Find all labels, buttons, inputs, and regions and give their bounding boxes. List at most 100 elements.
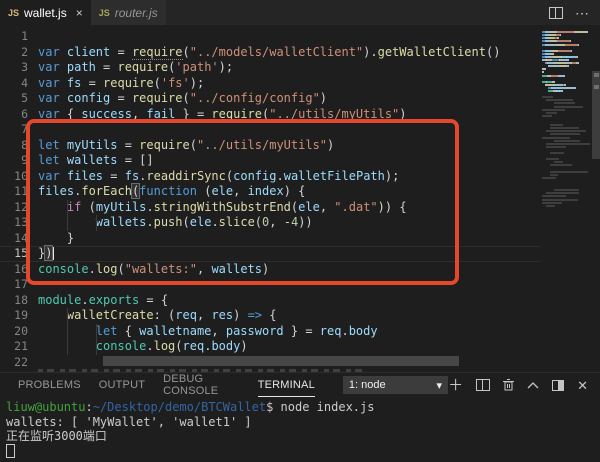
code-token: console — [96, 339, 147, 353]
js-file-icon: JS — [8, 8, 19, 18]
tab-wallet-js[interactable]: JS wallet.js × — [0, 0, 91, 25]
indent-guide — [67, 339, 68, 355]
panel-layout-icon[interactable] — [552, 380, 564, 391]
minimap-line — [550, 152, 564, 154]
code-line[interactable]: 7 — [0, 122, 540, 138]
code-line[interactable]: 14 } — [0, 231, 540, 247]
terminal-line: wallets: [ 'MyWallet', 'wallet1' ] — [6, 415, 600, 430]
terminal-text: ~/Desktop/demo/BTCWallet — [93, 400, 266, 414]
line-number: 11 — [0, 184, 28, 200]
code-token: , — [132, 107, 146, 121]
code-line[interactable]: 21 console.log(req.body) — [0, 339, 540, 355]
code-token: let — [96, 324, 125, 338]
code-token: log — [96, 262, 118, 276]
terminal-select-value: 1: node — [349, 379, 386, 391]
code-token: , — [233, 184, 247, 198]
code-token: require — [103, 76, 154, 90]
line-number: 18 — [0, 293, 28, 309]
minimap-line — [578, 44, 579, 46]
minimap-line — [546, 130, 586, 132]
minimap-line — [568, 65, 569, 67]
code-line[interactable]: 20 let { walletname, password } = req.bo… — [0, 324, 540, 340]
terminal-text: 正在监听3000端口 — [6, 429, 107, 443]
terminal-output[interactable]: liuw@ubuntu:~/Desktop/demo/BTCWallet$ no… — [0, 397, 600, 462]
code-token: "wallets:" — [125, 262, 197, 276]
code-token: req — [183, 339, 205, 353]
code-token: walletFilePath — [284, 169, 385, 183]
tab-debug-console[interactable]: DEBUG CONSOLE — [163, 373, 240, 397]
code-editor[interactable]: 12var client = require("../models/wallet… — [0, 25, 600, 372]
code-token: require — [132, 45, 183, 60]
minimap-line — [557, 31, 574, 33]
new-terminal-icon[interactable]: ＋ — [448, 379, 463, 392]
code-line[interactable]: 4var fs = require('fs'); — [0, 76, 540, 92]
line-number: 19 — [0, 308, 28, 324]
terminal-select[interactable]: 1: node ▾ — [343, 376, 448, 394]
maximize-panel-icon[interactable] — [527, 381, 539, 389]
code-line[interactable]: 18module.exports = { — [0, 293, 540, 309]
code-line[interactable]: 6var { success, fail } = require("../uti… — [0, 107, 540, 123]
vertical-scrollbar[interactable] — [592, 71, 600, 159]
tab-output[interactable]: OUTPUT — [99, 373, 145, 397]
code-token: module — [38, 293, 81, 307]
minimap-line — [565, 44, 578, 46]
code-line[interactable]: 19 walletCreate: (req, res) => { — [0, 308, 540, 324]
code-token: . — [276, 169, 283, 183]
code-token: myUtils — [96, 200, 147, 214]
kill-terminal-icon[interactable] — [503, 379, 514, 391]
minimap-line — [550, 174, 558, 176]
code-token: ) — [327, 138, 334, 152]
code-token: var — [38, 76, 67, 90]
tab-problems[interactable]: PROBLEMS — [18, 373, 81, 397]
minimap-line — [571, 50, 572, 52]
close-icon[interactable]: × — [76, 6, 83, 20]
code-line[interactable]: 10var files = fs.readdirSync(config.wall… — [0, 169, 540, 185]
code-line[interactable]: 5var config = require("../config/config"… — [0, 91, 540, 107]
code-line[interactable]: 15}) — [0, 246, 540, 262]
code-token: ( — [118, 262, 125, 276]
split-editor-icon[interactable] — [549, 7, 563, 19]
code-line[interactable]: 16console.log("wallets:", wallets) — [0, 262, 540, 278]
minimap-line — [562, 90, 563, 92]
code-line[interactable]: 11files.forEach(function (ele, index) { — [0, 184, 540, 200]
close-panel-icon[interactable]: ✕ — [577, 379, 588, 392]
minimap-line — [551, 75, 558, 77]
horizontal-scrollbar[interactable] — [103, 356, 459, 366]
tab-router-js[interactable]: JS router.js — [91, 0, 166, 25]
minimap-line — [546, 143, 590, 145]
line-number: 12 — [0, 200, 28, 216]
code-token: require — [139, 138, 190, 152]
code-line[interactable]: 13 wallets.push(ele.slice(0, -4)) — [0, 215, 540, 231]
code-line[interactable]: 17 — [0, 277, 540, 293]
more-actions-icon[interactable]: ⋯ — [575, 8, 590, 18]
line-number: 5 — [0, 91, 28, 107]
code-token: require — [117, 60, 168, 74]
minimap-line — [550, 133, 580, 135]
minimap-line — [577, 56, 578, 58]
minimap-line — [542, 96, 553, 98]
line-number: 6 — [0, 107, 28, 123]
text-cursor — [53, 247, 55, 260]
code-line[interactable]: 9let wallets = [] — [0, 153, 540, 169]
line-number: 3 — [0, 60, 28, 76]
code-line[interactable]: 8let myUtils = require("../utils/myUtils… — [0, 138, 540, 154]
tab-terminal[interactable]: TERMINAL — [258, 373, 315, 397]
code-token: = { — [139, 293, 168, 307]
terminal-line: 正在监听3000端口 — [6, 429, 600, 444]
code-line[interactable]: 2var client = require("../models/walletC… — [0, 45, 540, 61]
code-token: function — [139, 184, 204, 198]
minimap-line — [550, 164, 572, 166]
minimap-line — [560, 34, 561, 36]
code-line[interactable]: 3var path = require('path'); — [0, 60, 540, 76]
code-token: body — [349, 324, 378, 338]
code-token: slice — [219, 215, 255, 229]
code-token: fail — [146, 107, 175, 121]
split-terminal-icon[interactable] — [476, 379, 490, 391]
code-token: ( — [255, 215, 262, 229]
code-lines[interactable]: 12var client = require("../models/wallet… — [0, 29, 540, 370]
minimap[interactable] — [540, 25, 592, 372]
code-line[interactable]: 1 — [0, 29, 540, 45]
code-token: index — [248, 184, 284, 198]
code-line[interactable]: 12 if (myUtils.stringWithSubstrEnd(ele, … — [0, 200, 540, 216]
terminal-text: liuw@ubuntu — [6, 400, 85, 414]
